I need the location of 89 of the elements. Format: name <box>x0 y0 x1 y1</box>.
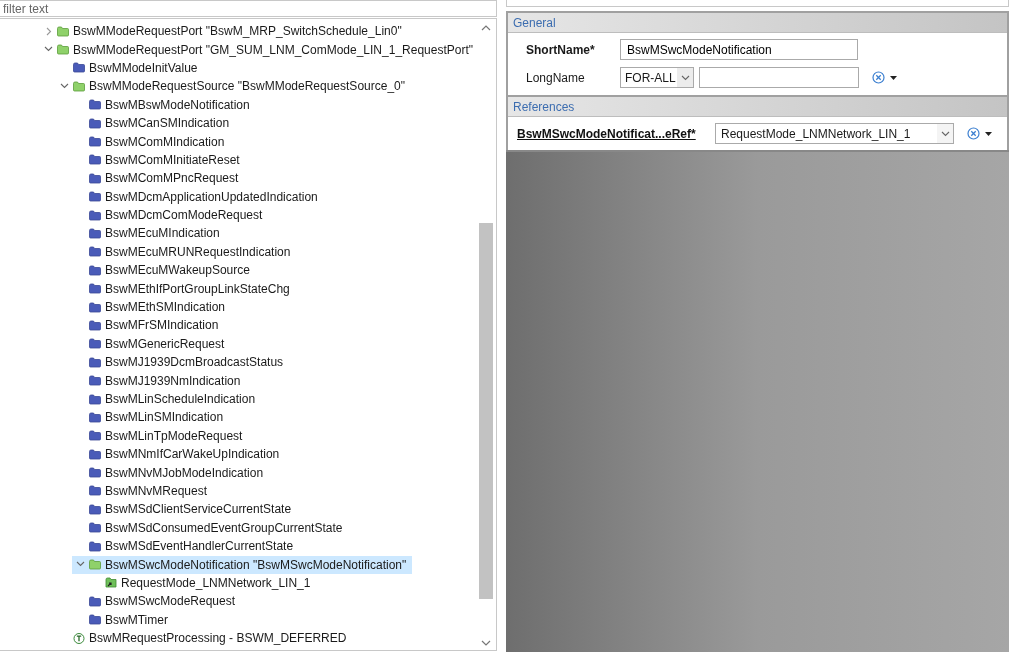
tree-item[interactable]: BswMLinTpModeRequest <box>72 426 249 445</box>
folder-icon <box>89 375 101 387</box>
circled-x-icon[interactable] <box>967 127 980 140</box>
scroll-up-icon[interactable] <box>481 25 492 31</box>
section-title[interactable]: References <box>513 99 575 114</box>
folder-icon <box>57 25 69 37</box>
circled-x-icon[interactable] <box>872 71 885 84</box>
tree-item[interactable]: BswMGenericRequest <box>72 334 231 353</box>
tree-item[interactable]: BswMModeRequestPort "GM_SUM_LNM_ComMode_LIN_1_RequestPort" <box>40 40 480 59</box>
reference-dropdown[interactable]: RequestMode_LNMNetwork_LIN_1 <box>715 123 954 144</box>
section-title[interactable]: General <box>513 15 556 30</box>
tree-item[interactable]: BswMSdConsumedEventGroupCurrentState <box>72 518 349 537</box>
tree-item[interactable]: BswMRequestProcessing - BSWM_DEFERRED <box>56 629 353 648</box>
tree-item[interactable]: BswMSwcModeNotification "BswMSwcModeNotification" <box>72 555 413 574</box>
folder-icon <box>89 393 101 405</box>
tree-item[interactable]: BswMComMPncRequest <box>72 169 245 188</box>
tree-item[interactable]: BswMModeInitValue <box>56 58 204 77</box>
tree-item[interactable]: BswMBswModeNotification <box>72 95 256 114</box>
text-field[interactable]: BswMSwcModeNotification <box>620 39 858 60</box>
folder-icon <box>73 62 85 74</box>
tree-item[interactable]: BswMSdEventHandlerCurrentState <box>72 537 300 556</box>
scroll-down-icon[interactable] <box>481 640 492 646</box>
folder-icon <box>89 430 101 442</box>
folder-icon <box>89 485 101 497</box>
text-field[interactable] <box>699 67 859 88</box>
tree-item[interactable]: BswMJ1939DcmBroadcastStatus <box>72 353 290 372</box>
folder-icon <box>89 338 101 350</box>
folder-icon <box>89 172 101 184</box>
folder-icon <box>89 522 101 534</box>
tree-item[interactable]: BswMDcmComModeRequest <box>72 206 269 225</box>
chevron-down-icon[interactable] <box>680 74 690 81</box>
tree-item[interactable]: BswMSdClientServiceCurrentState <box>72 500 298 519</box>
tree-item[interactable]: BswMFrSMIndication <box>72 316 225 335</box>
tree-item[interactable]: BswMLinSMIndication <box>72 408 230 427</box>
folder-icon <box>89 99 101 111</box>
folder-icon <box>89 117 101 129</box>
caret-icon[interactable] <box>890 75 897 80</box>
folder-icon <box>89 614 101 626</box>
folder-icon <box>89 209 101 221</box>
tree-item[interactable]: BswMNvMJobModeIndication <box>72 463 270 482</box>
tree-item[interactable]: BswMEcuMWakeupSource <box>72 261 256 280</box>
folder-icon <box>89 503 101 515</box>
folder-icon <box>89 191 101 203</box>
folder-icon <box>89 467 101 479</box>
tree-item[interactable]: BswMDcmApplicationUpdatedIndication <box>72 187 324 206</box>
folder-icon <box>89 264 101 276</box>
tree-item[interactable]: BswMEcuMIndication <box>72 224 226 243</box>
field-label: LongName <box>526 70 586 85</box>
folder-icon <box>89 154 101 166</box>
caret-icon[interactable] <box>985 131 992 136</box>
tree-item[interactable]: BswMNmIfCarWakeUpIndication <box>72 445 286 464</box>
tree-item[interactable]: BswMLinScheduleIndication <box>72 390 262 408</box>
folder-icon <box>89 283 101 295</box>
folder-icon <box>89 136 101 148</box>
tree-item[interactable]: BswMTimer <box>72 610 174 629</box>
tree-item[interactable]: BswMCanSMIndication <box>72 114 236 133</box>
reference-link[interactable]: BswMSwcModeNotificat...eRef* <box>517 126 715 141</box>
language-dropdown[interactable]: FOR-ALL <box>620 67 694 88</box>
folder-icon <box>73 80 85 92</box>
folder-icon <box>89 559 101 570</box>
folder-icon <box>89 411 101 423</box>
tree-item[interactable]: BswMComMInitiateReset <box>72 150 246 169</box>
folder-icon <box>89 319 101 331</box>
reference-folder-icon <box>105 577 117 589</box>
t-circle-icon <box>73 632 85 644</box>
tree-item[interactable]: BswMEthSMIndication <box>72 298 232 317</box>
tree-item[interactable]: BswMEcuMRUNRequestIndication <box>72 242 297 261</box>
folder-icon <box>89 301 101 313</box>
tree-item[interactable]: BswMModeRequestPort "BswM_MRP_SwitchSchedule_Lin0" <box>40 22 408 41</box>
folder-icon <box>89 246 101 258</box>
field-label: ShortName* <box>526 42 596 57</box>
chevron-down-icon[interactable] <box>75 560 85 569</box>
tree-item[interactable]: BswMModeRequestSource "BswMModeRequestSource_0" <box>56 77 411 96</box>
tree-item[interactable]: BswMComMIndication <box>72 132 231 151</box>
tree-item[interactable]: BswMEthIfPortGroupLinkStateChg <box>72 279 296 298</box>
chevron-down-icon[interactable] <box>940 130 950 137</box>
scrollbar-thumb[interactable] <box>479 223 494 599</box>
folder-icon <box>89 448 101 460</box>
tree-item[interactable]: BswMSwcModeRequest <box>72 592 242 611</box>
tree-item[interactable]: BswMJ1939NmIndication <box>72 371 247 390</box>
chevron-down-icon[interactable] <box>59 81 69 91</box>
folder-icon <box>57 44 69 56</box>
folder-icon <box>89 595 101 607</box>
folder-icon <box>89 228 101 239</box>
tree-item[interactable]: BswMNvMRequest <box>72 481 214 500</box>
filter-field[interactable]: filter text <box>0 0 497 17</box>
folder-icon <box>89 356 101 368</box>
folder-icon <box>89 540 101 552</box>
tree-item[interactable]: RequestMode_LNMNetwork_LIN_1 <box>88 573 317 592</box>
